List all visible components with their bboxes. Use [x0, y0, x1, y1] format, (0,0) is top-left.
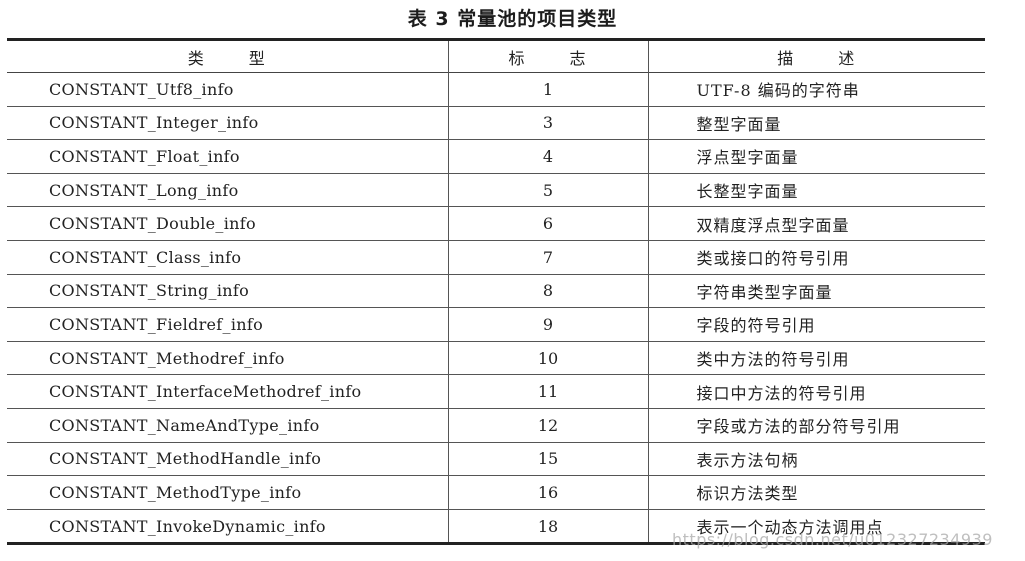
cell-type: CONSTANT_Utf8_info: [49, 79, 234, 99]
table-row: CONSTANT_MethodType_info 16 标识方法类型: [7, 475, 985, 510]
cell-type: CONSTANT_Fieldref_info: [49, 314, 264, 334]
cell-tag: 6: [447, 206, 648, 241]
cell-tag: 3: [447, 106, 648, 140]
cell-type: CONSTANT_NameAndType_info: [49, 415, 320, 435]
cell-type: CONSTANT_MethodType_info: [49, 482, 302, 502]
cell-desc: 字段的符号引用: [647, 307, 985, 342]
cell-tag: 7: [447, 240, 648, 275]
cell-tag: 4: [447, 139, 648, 174]
table-row: CONSTANT_Float_info 4 浮点型字面量: [7, 139, 985, 174]
cell-tag: 16: [447, 475, 648, 510]
cell-type: CONSTANT_InvokeDynamic_info: [49, 516, 326, 536]
table-row: CONSTANT_Double_info 6 双精度浮点型字面量: [7, 206, 985, 241]
cell-desc: 类或接口的符号引用: [647, 240, 985, 275]
cell-desc: 接口中方法的符号引用: [647, 374, 985, 409]
cell-tag: 11: [447, 374, 648, 409]
cell-tag: 8: [447, 274, 648, 308]
cell-tag: 12: [447, 408, 648, 443]
cell-desc: 长整型字面量: [647, 173, 985, 207]
cell-type: CONSTANT_Double_info: [49, 214, 256, 234]
cell-desc: 表示方法句柄: [647, 442, 985, 476]
cell-desc: UTF-8 编码的字符串: [647, 72, 985, 107]
table-row: CONSTANT_Fieldref_info 9 字段的符号引用: [7, 307, 985, 342]
cell-tag: 1: [447, 72, 648, 107]
table-header: 类 型 标 志 描 述: [7, 39, 985, 73]
cell-type: CONSTANT_Integer_info: [49, 113, 259, 133]
column-header-tag: 标 志: [447, 39, 648, 73]
cell-tag: 5: [447, 173, 648, 207]
cell-type: CONSTANT_String_info: [49, 281, 250, 301]
cell-type: CONSTANT_Methodref_info: [49, 348, 285, 368]
cell-type: CONSTANT_MethodHandle_info: [49, 449, 322, 469]
table-row: CONSTANT_String_info 8 字符串类型字面量: [7, 274, 985, 308]
table-row: CONSTANT_Class_info 7 类或接口的符号引用: [7, 240, 985, 275]
watermark: https://blog.csdn.net/u012327234939: [672, 530, 993, 549]
cell-desc: 双精度浮点型字面量: [647, 206, 985, 241]
column-header-type: 类 型: [187, 48, 267, 68]
table-body: CONSTANT_Utf8_info 1 UTF-8 编码的字符串 CONSTA…: [7, 72, 985, 544]
table-row: CONSTANT_Long_info 5 长整型字面量: [7, 173, 985, 207]
cell-desc: 浮点型字面量: [647, 139, 985, 174]
cell-type: CONSTANT_Long_info: [49, 180, 239, 200]
table-row: CONSTANT_MethodHandle_info 15 表示方法句柄: [7, 442, 985, 476]
table-caption: 表 3 常量池的项目类型: [407, 8, 618, 30]
cell-tag: 18: [447, 509, 648, 544]
cell-desc: 整型字面量: [647, 106, 985, 140]
cell-desc: 标识方法类型: [647, 475, 985, 510]
table-row: CONSTANT_Methodref_info 10 类中方法的符号引用: [7, 341, 985, 375]
constant-pool-table: 类 型 标 志 描 述 CONSTANT_Utf8_info 1 UTF-8 编…: [7, 38, 985, 545]
table-row: CONSTANT_Integer_info 3 整型字面量: [7, 106, 985, 140]
table-row: CONSTANT_Utf8_info 1 UTF-8 编码的字符串: [7, 72, 985, 107]
header-row: 类 型 标 志 描 述: [7, 39, 985, 73]
cell-desc: 字段或方法的部分符号引用: [647, 408, 985, 443]
cell-tag: 15: [447, 442, 648, 476]
cell-type: CONSTANT_Float_info: [49, 146, 240, 166]
table-row: CONSTANT_NameAndType_info 12 字段或方法的部分符号引…: [7, 408, 985, 443]
cell-tag: 9: [447, 307, 648, 342]
cell-type: CONSTANT_InterfaceMethodref_info: [49, 382, 362, 402]
cell-desc: 字符串类型字面量: [647, 274, 985, 308]
column-header-desc: 描 述: [647, 39, 985, 73]
cell-type: CONSTANT_Class_info: [49, 247, 242, 267]
cell-tag: 10: [447, 341, 648, 375]
table-row: CONSTANT_InterfaceMethodref_info 11 接口中方…: [7, 374, 985, 409]
cell-desc: 类中方法的符号引用: [647, 341, 985, 375]
